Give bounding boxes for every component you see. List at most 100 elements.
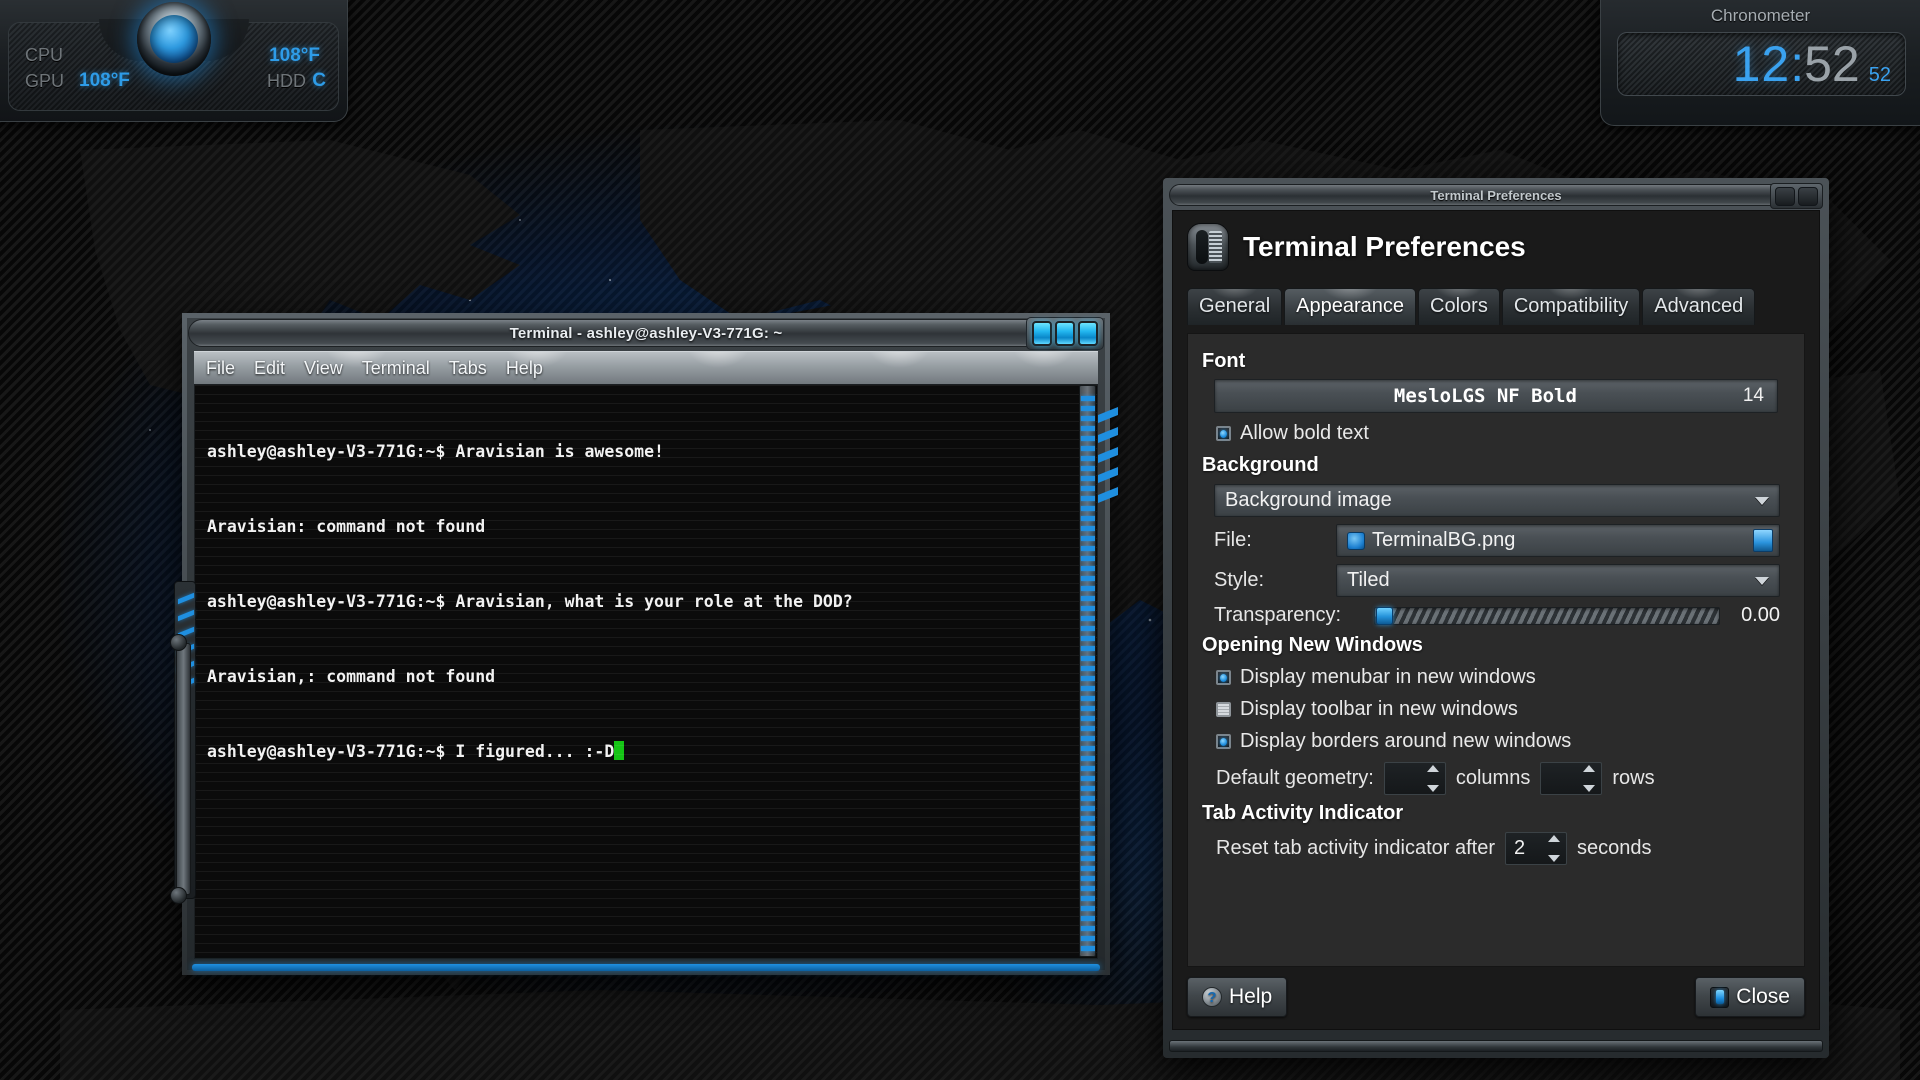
terminal-preferences-icon <box>1187 223 1229 271</box>
background-style-row[interactable]: Style: Tiled <box>1214 564 1780 597</box>
transparency-row[interactable]: Transparency: 0.00 <box>1214 604 1780 627</box>
spinner-down-icon[interactable] <box>1427 785 1439 792</box>
tab-activity-row[interactable]: Reset tab activity indicator after 2 sec… <box>1216 832 1790 865</box>
scrollbar-tick <box>1081 596 1096 601</box>
rows-spinner-buttons[interactable] <box>1581 765 1599 792</box>
help-button-label: Help <box>1229 985 1272 1009</box>
preferences-window-controls[interactable] <box>1770 183 1823 209</box>
chronometer-widget[interactable]: Chronometer 12 : 52 52 <box>1600 0 1920 126</box>
scrollbar-tick <box>1081 886 1096 891</box>
menu-file[interactable]: File <box>203 357 238 380</box>
tab-general[interactable]: General <box>1187 288 1282 325</box>
scrollbar-tick <box>1081 856 1096 861</box>
chronometer-hours: 12 <box>1733 35 1791 93</box>
hdd-value: C <box>312 70 326 92</box>
file-label: File: <box>1214 529 1326 552</box>
browse-file-button[interactable] <box>1753 529 1773 552</box>
columns-label: columns <box>1456 767 1530 790</box>
maximize-icon[interactable] <box>1055 321 1075 346</box>
scrollbar-tick <box>1081 796 1096 801</box>
display-menubar-label: Display menubar in new windows <box>1240 666 1536 689</box>
spinner-up-icon[interactable] <box>1548 835 1560 842</box>
terminal-right-decoration <box>1096 403 1122 513</box>
allow-bold-text-checkbox[interactable] <box>1216 426 1231 441</box>
chronometer-title: Chronometer <box>1601 6 1920 26</box>
reset-seconds-spinner-buttons[interactable] <box>1546 835 1564 862</box>
scrollbar-tick <box>1081 816 1096 821</box>
spinner-down-icon[interactable] <box>1548 855 1560 862</box>
scrollbar-tick <box>1081 906 1096 911</box>
scrollbar-tick <box>1081 746 1096 751</box>
background-mode-select[interactable]: Background image <box>1214 484 1780 517</box>
scrollbar-tick <box>1081 866 1096 871</box>
spinner-up-icon[interactable] <box>1427 765 1439 772</box>
transparency-slider-handle[interactable] <box>1376 607 1393 625</box>
allow-bold-text-row[interactable]: Allow bold text <box>1216 422 1790 445</box>
menu-terminal[interactable]: Terminal <box>359 357 433 380</box>
scrollbar-tick <box>1081 916 1096 921</box>
terminal-scrollbar[interactable] <box>1079 385 1096 957</box>
background-mode-value: Background image <box>1225 489 1392 512</box>
display-toolbar-checkbox[interactable] <box>1216 702 1231 717</box>
close-icon[interactable] <box>1078 321 1098 346</box>
scrollbar-tick <box>1081 646 1096 651</box>
preferences-bottom-rail <box>1169 1040 1823 1052</box>
tab-compatibility[interactable]: Compatibility <box>1502 288 1640 325</box>
menu-help[interactable]: Help <box>503 357 546 380</box>
terminal-window[interactable]: Terminal - ashley@ashley-V3-771G: ~ File… <box>182 313 1110 975</box>
terminal-cursor <box>614 741 624 760</box>
scrollbar-tick <box>1081 556 1096 561</box>
terminal-output-area[interactable]: ashley@ashley-V3-771G:~$ Aravisian is aw… <box>194 384 1098 959</box>
scrollbar-tick <box>1081 846 1096 851</box>
spinner-down-icon[interactable] <box>1583 785 1595 792</box>
terminal-preferences-window[interactable]: Terminal Preferences Terminal Preference… <box>1163 178 1829 1058</box>
minimize-icon[interactable] <box>1775 187 1795 206</box>
scrollbar-tick <box>1081 616 1096 621</box>
terminal-menubar[interactable]: File Edit View Terminal Tabs Help <box>194 351 1098 384</box>
tab-advanced[interactable]: Advanced <box>1642 288 1755 325</box>
columns-spinner-buttons[interactable] <box>1425 765 1443 792</box>
chronometer-display: 12 : 52 52 <box>1617 32 1906 96</box>
scrollbar-tick <box>1081 426 1096 431</box>
scrollbar-tick <box>1081 896 1096 901</box>
preferences-heading: Terminal Preferences <box>1243 231 1526 263</box>
tab-colors[interactable]: Colors <box>1418 288 1500 325</box>
transparency-slider[interactable] <box>1374 607 1720 625</box>
columns-spinner[interactable] <box>1384 762 1446 795</box>
rows-spinner[interactable] <box>1540 762 1602 795</box>
display-borders-row[interactable]: Display borders around new windows <box>1216 730 1790 753</box>
preferences-titlebar[interactable]: Terminal Preferences <box>1169 184 1823 206</box>
preferences-tab-bar[interactable]: General Appearance Colors Compatibility … <box>1173 275 1819 324</box>
spinner-up-icon[interactable] <box>1583 765 1595 772</box>
scrollbar-tick <box>1081 526 1096 531</box>
background-file-row[interactable]: File: TerminalBG.png <box>1214 524 1780 557</box>
default-geometry-label: Default geometry: <box>1216 767 1374 790</box>
menu-view[interactable]: View <box>301 357 346 380</box>
background-mode-row[interactable]: Background image <box>1214 484 1780 517</box>
menu-edit[interactable]: Edit <box>251 357 288 380</box>
display-menubar-row[interactable]: Display menubar in new windows <box>1216 666 1790 689</box>
font-selector-button[interactable]: MesloLGS NF Bold 14 <box>1214 379 1778 413</box>
reset-seconds-spinner[interactable]: 2 <box>1505 832 1567 865</box>
close-icon[interactable] <box>1798 187 1818 206</box>
terminal-bottom-accent-bar <box>192 964 1100 971</box>
menu-tabs[interactable]: Tabs <box>446 357 490 380</box>
default-geometry-row[interactable]: Default geometry: columns rows <box>1216 762 1790 795</box>
background-file-input[interactable]: TerminalBG.png <box>1336 524 1780 557</box>
scrollbar-tick <box>1081 606 1096 611</box>
display-toolbar-row[interactable]: Display toolbar in new windows <box>1216 698 1790 721</box>
terminal-titlebar[interactable]: Terminal - ashley@ashley-V3-771G: ~ <box>188 319 1104 347</box>
minimize-icon[interactable] <box>1032 321 1052 346</box>
scrollbar-tick <box>1081 726 1096 731</box>
tab-appearance[interactable]: Appearance <box>1284 288 1416 325</box>
close-button[interactable]: Close <box>1695 977 1805 1017</box>
display-borders-checkbox[interactable] <box>1216 734 1231 749</box>
terminal-window-controls[interactable] <box>1026 317 1104 350</box>
scrollbar-tick <box>1081 416 1096 421</box>
system-monitor-widget[interactable]: CPU GPU 108°F 108°F HDD C <box>0 0 348 122</box>
gpu-label: GPU <box>25 71 64 92</box>
background-style-select[interactable]: Tiled <box>1336 564 1780 597</box>
appearance-panel: Font MesloLGS NF Bold 14 Allow bold text… <box>1187 333 1805 967</box>
help-button[interactable]: ? Help <box>1187 977 1287 1017</box>
display-menubar-checkbox[interactable] <box>1216 670 1231 685</box>
